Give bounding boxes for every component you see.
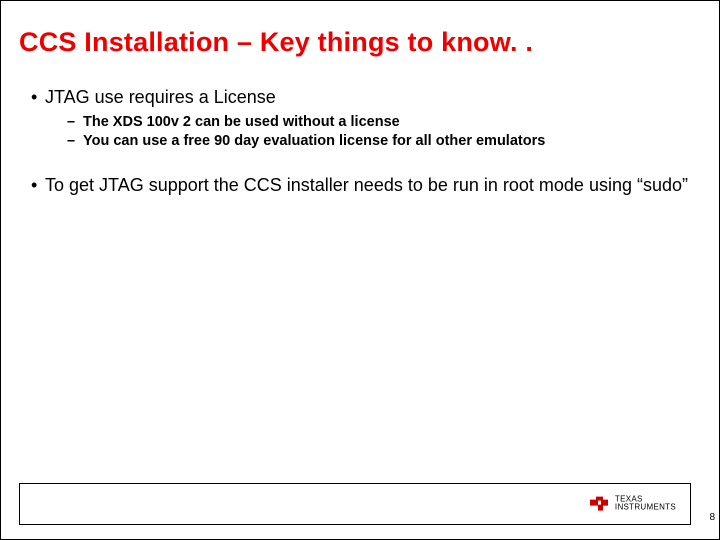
ti-logo-line2: INSTRUMENTS: [615, 504, 676, 512]
bullet-dot: •: [31, 175, 45, 196]
bullet-2-text: To get JTAG support the CCS installer ne…: [45, 175, 688, 195]
bullet-dash: –: [67, 114, 83, 130]
bullet-1-sub-1: –The XDS 100v 2 can be used without a li…: [67, 114, 689, 130]
ti-chip-icon: [589, 496, 609, 512]
bullet-1-sub-2-text: You can use a free 90 day evaluation lic…: [83, 133, 545, 149]
footer-bar: TEXAS INSTRUMENTS: [19, 483, 691, 525]
bullet-1-sub-2: –You can use a free 90 day evaluation li…: [67, 133, 689, 149]
page-number: 8: [709, 512, 715, 523]
slide-title: CCS Installation – Key things to know. .: [19, 27, 701, 58]
slide-body: •JTAG use requires a License –The XDS 10…: [31, 87, 689, 202]
bullet-1-sub-1-text: The XDS 100v 2 can be used without a lic…: [83, 114, 400, 130]
bullet-dash: –: [67, 133, 83, 149]
ti-logo-text: TEXAS INSTRUMENTS: [615, 496, 676, 513]
bullet-1-text: JTAG use requires a License: [45, 87, 276, 107]
bullet-1: •JTAG use requires a License: [31, 87, 689, 108]
slide: CCS Installation – Key things to know. .…: [0, 0, 720, 540]
bullet-2: •To get JTAG support the CCS installer n…: [31, 175, 689, 196]
ti-logo: TEXAS INSTRUMENTS: [589, 496, 676, 513]
bullet-dot: •: [31, 87, 45, 108]
